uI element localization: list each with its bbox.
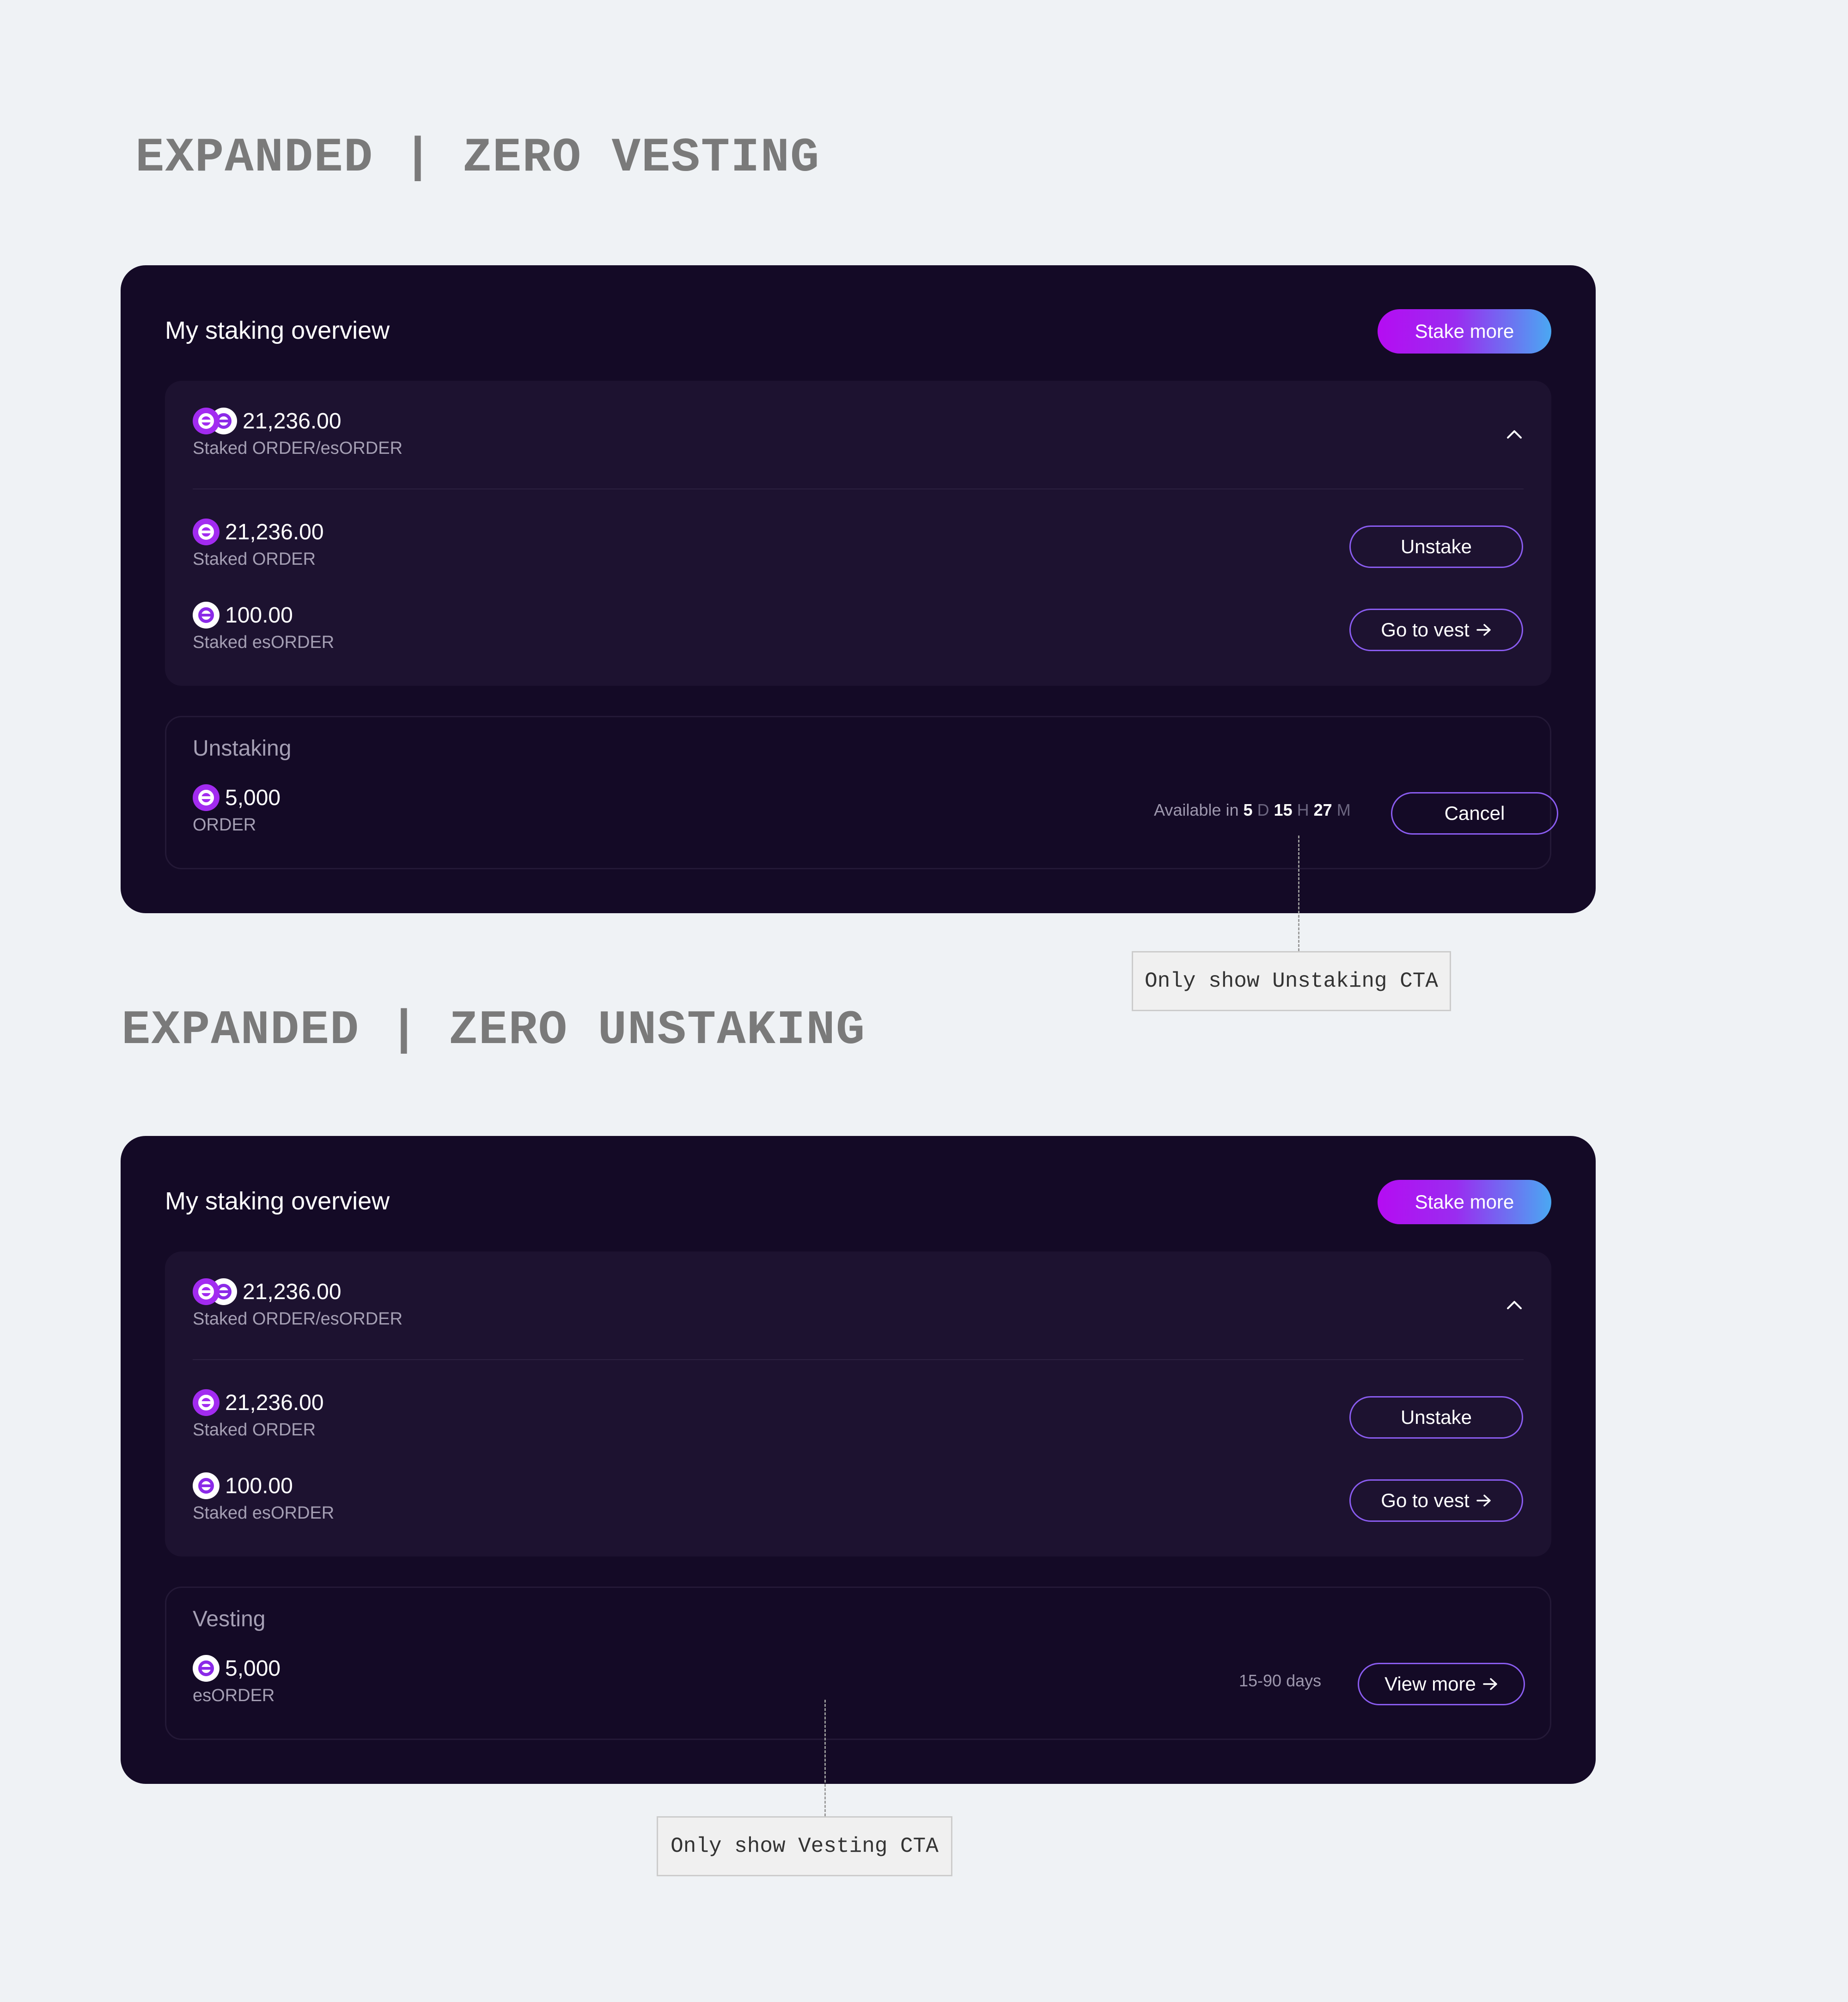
staked-order-row: 21,236.00 Staked ORDER <box>193 1388 324 1440</box>
unstaking-box: Unstaking 5,000 ORDER Available in 5 D 1… <box>165 716 1558 869</box>
order-coin-icon <box>193 519 220 545</box>
vesting-amount: 5,000 <box>225 1656 281 1681</box>
staked-order-label: Staked ORDER <box>193 549 316 569</box>
unstaking-amount: 5,000 <box>225 785 281 810</box>
go-to-vest-label: Go to vest <box>1381 619 1470 641</box>
staked-total: 21,236.00 Staked ORDER/esORDER <box>193 406 403 458</box>
arrow-right-icon <box>1483 1678 1497 1690</box>
cancel-button[interactable]: Cancel <box>1391 792 1558 835</box>
vesting-duration: 15-90 days <box>1239 1671 1322 1690</box>
order-esorder-coin-pair-icon <box>193 408 237 434</box>
callout-vesting-cta: Only show Vesting CTA <box>657 1816 952 1876</box>
staked-esorder-amount: 100.00 <box>225 1473 293 1498</box>
go-to-vest-label: Go to vest <box>1381 1489 1470 1511</box>
callout-connector <box>1298 836 1299 951</box>
staked-total-amount: 21,236.00 <box>243 1279 342 1304</box>
callout-connector <box>824 1700 826 1816</box>
staked-esorder-row: 100.00 Staked esORDER <box>193 1471 334 1523</box>
callout-unstaking-cta: Only show Unstaking CTA <box>1132 951 1451 1011</box>
staked-total-label: Staked ORDER/esORDER <box>193 1309 403 1329</box>
view-more-button[interactable]: View more <box>1358 1663 1525 1705</box>
divider <box>193 1359 1524 1360</box>
unstake-button[interactable]: Unstake <box>1349 1396 1523 1439</box>
divider <box>193 488 1524 489</box>
staked-total: 21,236.00 Staked ORDER/esORDER <box>193 1277 403 1329</box>
panel-title: My staking overview <box>165 317 390 344</box>
staked-esorder-row: 100.00 Staked esORDER <box>193 600 334 653</box>
staking-overview-panel: My staking overview Stake more 21,236.00… <box>121 265 1596 913</box>
vesting-row: 5,000 esORDER <box>193 1654 281 1706</box>
chevron-up-icon[interactable] <box>1505 1295 1524 1314</box>
order-esorder-coin-pair-icon <box>193 1278 237 1305</box>
stake-more-button[interactable]: Stake more <box>1378 1180 1551 1224</box>
go-to-vest-button[interactable]: Go to vest <box>1349 609 1523 651</box>
unstake-button[interactable]: Unstake <box>1349 525 1523 568</box>
staked-order-row: 21,236.00 Staked ORDER <box>193 517 324 569</box>
staking-overview-panel: My staking overview Stake more 21,236.00… <box>121 1136 1596 1784</box>
vesting-label: esORDER <box>193 1686 275 1705</box>
staked-order-amount: 21,236.00 <box>225 519 324 544</box>
unstaking-title: Unstaking <box>193 736 292 761</box>
view-more-label: View more <box>1384 1673 1476 1695</box>
available-in-countdown: Available in 5 D 15 H 27 M <box>1154 800 1351 819</box>
esorder-coin-icon <box>193 1472 220 1499</box>
arrow-right-icon <box>1476 1495 1491 1507</box>
unstaking-row: 5,000 ORDER <box>193 783 281 835</box>
esorder-coin-icon <box>193 602 220 629</box>
vesting-box: Vesting 5,000 esORDER 15-90 days View mo… <box>165 1587 1551 1740</box>
order-coin-icon <box>193 1389 220 1416</box>
staked-total-amount: 21,236.00 <box>243 409 342 433</box>
panel-title: My staking overview <box>165 1187 390 1215</box>
staked-esorder-label: Staked esORDER <box>193 1503 335 1523</box>
staked-summary-box: 21,236.00 Staked ORDER/esORDER 21,236.00… <box>165 381 1551 686</box>
staked-summary-box: 21,236.00 Staked ORDER/esORDER 21,236.00… <box>165 1251 1551 1556</box>
chevron-up-icon[interactable] <box>1505 425 1524 443</box>
stake-more-button[interactable]: Stake more <box>1378 309 1551 354</box>
unstaking-label: ORDER <box>193 815 256 835</box>
staked-order-label: Staked ORDER <box>193 1420 316 1440</box>
go-to-vest-button[interactable]: Go to vest <box>1349 1479 1523 1522</box>
staked-esorder-amount: 100.00 <box>225 603 293 628</box>
staked-esorder-label: Staked esORDER <box>193 633 335 652</box>
order-coin-icon <box>193 784 220 811</box>
section-heading-zero-unstaking: EXPANDED | ZERO UNSTAKING <box>122 1003 866 1058</box>
esorder-coin-icon <box>193 1655 220 1682</box>
staked-total-label: Staked ORDER/esORDER <box>193 439 403 458</box>
section-heading-zero-vesting: EXPANDED | ZERO VESTING <box>135 131 820 185</box>
staked-order-amount: 21,236.00 <box>225 1390 324 1415</box>
arrow-right-icon <box>1476 624 1491 636</box>
vesting-title: Vesting <box>193 1607 266 1631</box>
